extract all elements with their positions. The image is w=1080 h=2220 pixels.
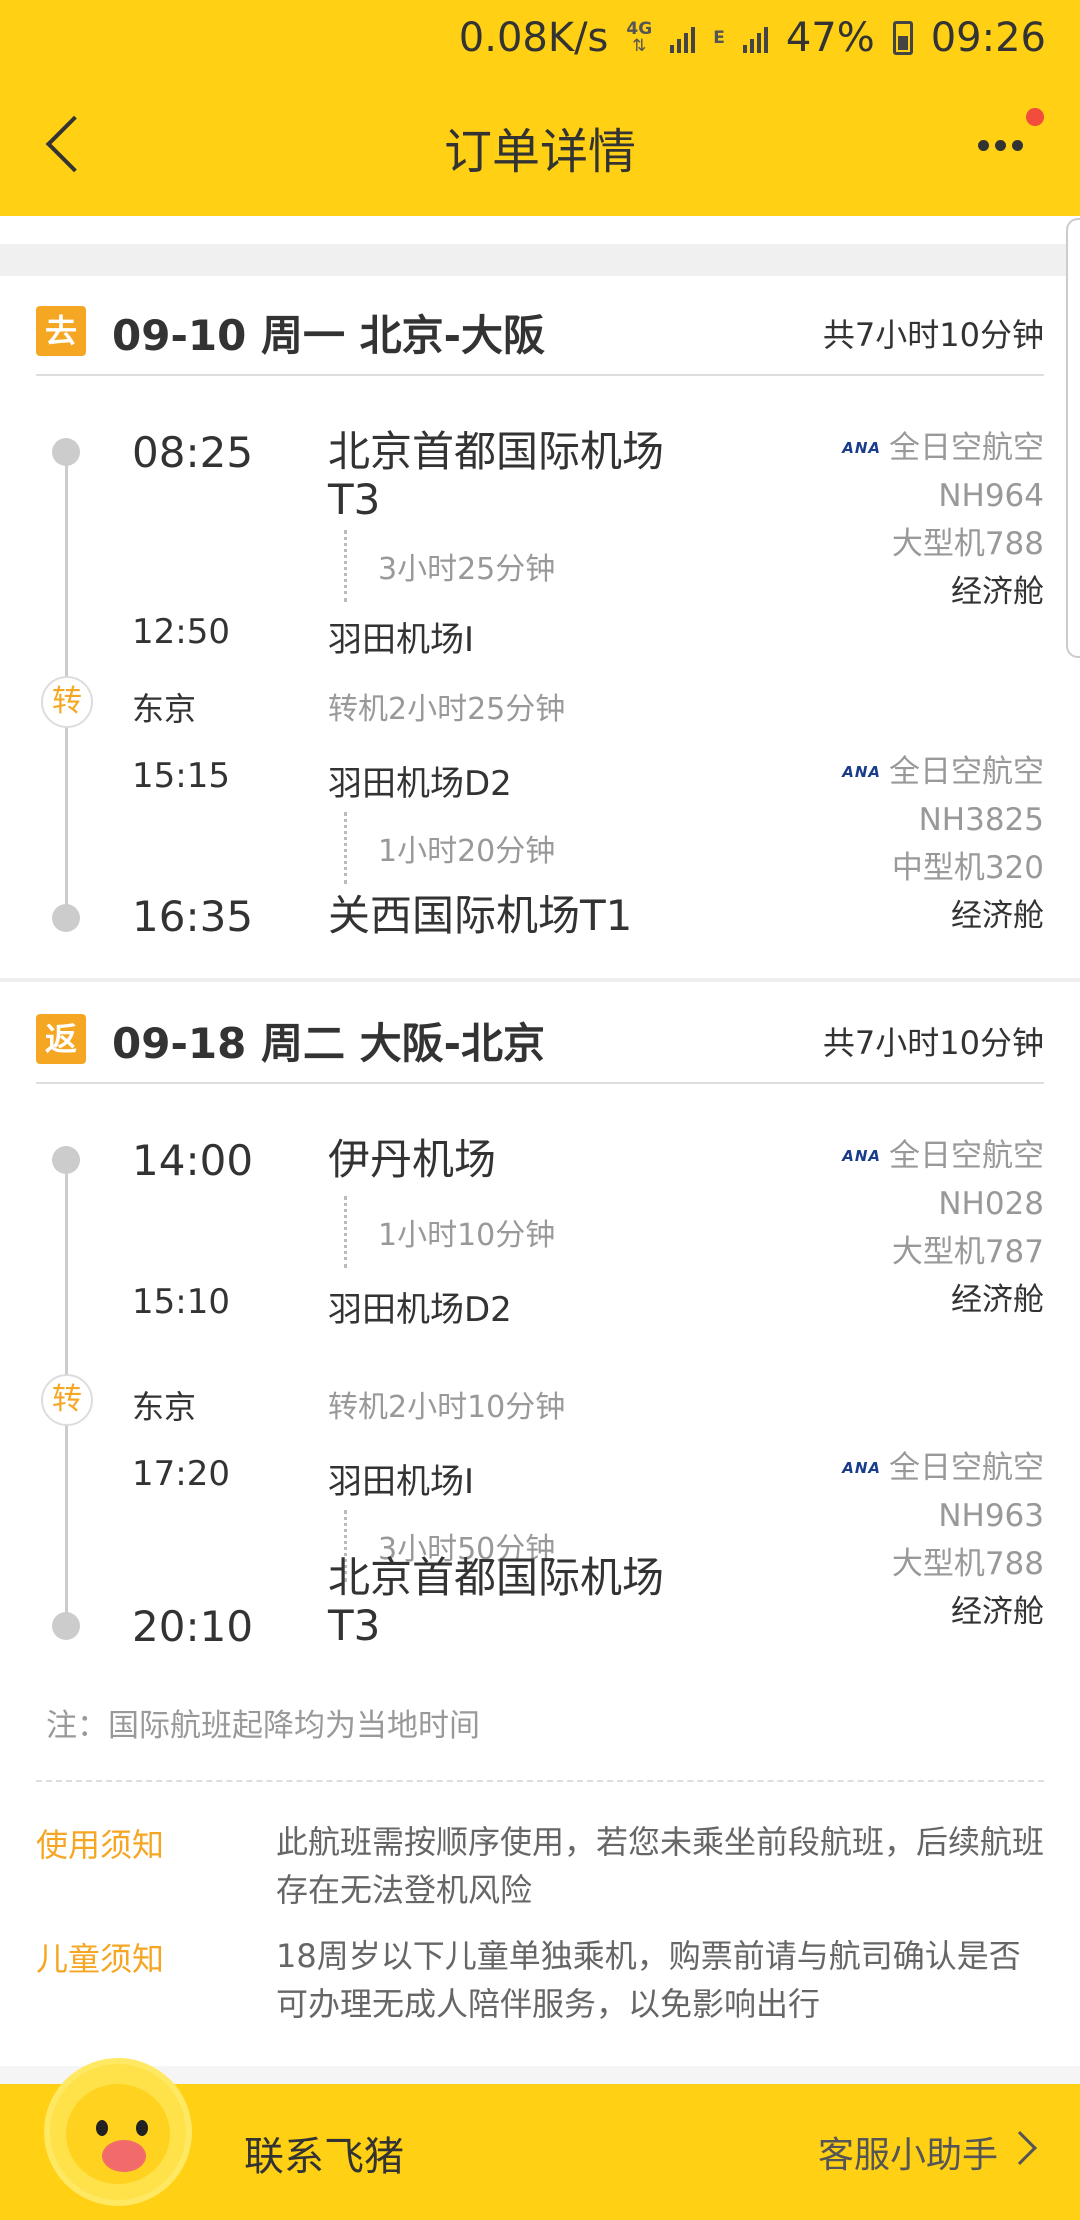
- network-type-icon: 4G ⇅: [626, 19, 653, 56]
- plane-type: 中型机320: [891, 850, 1044, 886]
- flight-info: ANA 全日空航空 NH964 大型机788 经济舱: [842, 424, 1044, 616]
- timeline-dot: [52, 1146, 80, 1174]
- outbound-tag: 去: [36, 306, 86, 356]
- arrival-airport: 羽田机场D2: [328, 1290, 512, 1330]
- status-bar: 0.08K/s 4G ⇅ E 47% 09:26: [458, 15, 1046, 61]
- segment-duration: 1小时20分钟: [378, 834, 556, 869]
- plane-type: 大型机788: [891, 526, 1044, 562]
- network-type-icon-2: E: [713, 27, 725, 48]
- flight-info: ANA 全日空航空 NH3825 中型机320 经济舱: [842, 748, 1044, 940]
- page-title: 订单详情: [443, 124, 636, 180]
- trip-date-route: 09-18 周二 大阪-北京: [112, 1019, 546, 1068]
- trip-header: 去 09-10 周一 北京-大阪 共7小时10分钟: [36, 276, 1044, 376]
- timeline-dot: [52, 1612, 80, 1640]
- departure-airport: 北京首都国际机场 T3: [328, 427, 665, 524]
- arrival-airport: 北京首都国际机场 T3: [328, 1553, 665, 1650]
- more-options-button[interactable]: [960, 120, 1040, 170]
- timeline-dot: [52, 438, 80, 466]
- network-speed: 0.08K/s: [458, 15, 609, 61]
- departure-airport: 伊丹机场: [328, 1135, 497, 1184]
- flight-number: NH963: [938, 1498, 1044, 1534]
- departure-airport: 羽田机场I: [328, 1462, 475, 1502]
- arrival-time: 15:10: [132, 1282, 230, 1322]
- departure-time: 15:15: [132, 756, 230, 796]
- trip-divider: [0, 978, 1080, 982]
- segment-duration: 3小时25分钟: [378, 552, 556, 587]
- time-note: 注：国际航班起降均为当地时间: [46, 1708, 480, 1744]
- transfer-duration: 转机2小时25分钟: [328, 692, 566, 727]
- plane-type: 大型机787: [891, 1234, 1044, 1270]
- segment-dash: [344, 812, 347, 884]
- fliggy-pig-avatar-icon[interactable]: [44, 2058, 192, 2206]
- return-tag: 返: [36, 1014, 86, 1064]
- child-notice-text: 18周岁以下儿童单独乘机，购票前请与航司确认是否可办理无成人陪伴服务，以免影响出…: [276, 1937, 1021, 2023]
- flight-info: ANA 全日空航空 NH028 大型机787 经济舱: [842, 1132, 1044, 1324]
- usage-notice-label: 使用须知: [36, 1826, 165, 1864]
- arrival-airport: 羽田机场I: [328, 620, 475, 660]
- notification-dot: [1026, 108, 1044, 126]
- signal-icon-2: [742, 23, 768, 53]
- contact-fliggy-button[interactable]: 联系飞猪: [244, 2124, 404, 2182]
- cabin-class: 经济舱: [951, 898, 1044, 934]
- ana-logo-icon: ANA: [842, 763, 881, 781]
- flight-number: NH964: [938, 478, 1044, 514]
- flight-number: NH3825: [918, 802, 1044, 838]
- arrival-time: 20:10: [132, 1602, 254, 1651]
- return-trip: 返 09-18 周二 大阪-北京 共7小时10分钟 转 14:00 伊丹机场 1…: [0, 984, 1080, 1684]
- flight-number: NH028: [938, 1186, 1044, 1222]
- arrival-time: 12:50: [132, 612, 230, 652]
- segment-dash: [344, 530, 347, 602]
- timeline-dot: [52, 904, 80, 932]
- trip-total-duration: 共7小时10分钟: [822, 1024, 1044, 1062]
- outbound-trip: 去 09-10 周一 北京-大阪 共7小时10分钟 转 08:25 北京首都国际…: [0, 276, 1080, 976]
- transfer-badge: 转: [41, 676, 93, 728]
- departure-time: 14:00: [132, 1136, 254, 1185]
- cabin-class: 经济舱: [951, 574, 1044, 610]
- segment-duration: 1小时10分钟: [378, 1218, 556, 1253]
- ana-logo-icon: ANA: [842, 1459, 881, 1477]
- battery-percent: 47%: [785, 15, 875, 61]
- app-header: 0.08K/s 4G ⇅ E 47% 09:26 订单详情: [0, 0, 1080, 216]
- signal-icon: [670, 23, 696, 53]
- battery-icon: [892, 21, 913, 55]
- arrival-airport: 关西国际机场T1: [328, 891, 633, 940]
- dashed-divider: [36, 1780, 1044, 1782]
- trip-total-duration: 共7小时10分钟: [822, 316, 1044, 354]
- transfer-badge: 转: [41, 1374, 93, 1426]
- departure-airport: 羽田机场D2: [328, 764, 512, 804]
- transfer-city: 东京: [132, 690, 197, 728]
- usage-notice-text: 此航班需按顺序使用，若您未乘坐前段航班，后续航班存在无法登机风险: [276, 1823, 1045, 1909]
- child-notice-label: 儿童须知: [36, 1940, 165, 1978]
- cabin-class: 经济舱: [951, 1282, 1044, 1318]
- transfer-city: 东京: [132, 1388, 197, 1426]
- trip-header: 返 09-18 周二 大阪-北京 共7小时10分钟: [36, 984, 1044, 1084]
- flight-info: ANA 全日空航空 NH963 大型机788 经济舱: [842, 1444, 1044, 1636]
- ana-logo-icon: ANA: [842, 439, 881, 457]
- customer-service-button[interactable]: 客服小助手: [818, 2126, 998, 2178]
- arrival-time: 16:35: [132, 892, 254, 941]
- section-gap: [0, 244, 1080, 276]
- departure-time: 17:20: [132, 1454, 230, 1494]
- trip-date-route: 09-10 周一 北京-大阪: [112, 311, 546, 360]
- departure-time: 08:25: [132, 428, 254, 477]
- clock: 09:26: [930, 15, 1046, 61]
- plane-type: 大型机788: [891, 1546, 1044, 1582]
- segment-dash: [344, 1196, 347, 1268]
- cabin-class: 经济舱: [951, 1594, 1044, 1630]
- ana-logo-icon: ANA: [842, 1147, 881, 1165]
- transfer-duration: 转机2小时10分钟: [328, 1390, 566, 1425]
